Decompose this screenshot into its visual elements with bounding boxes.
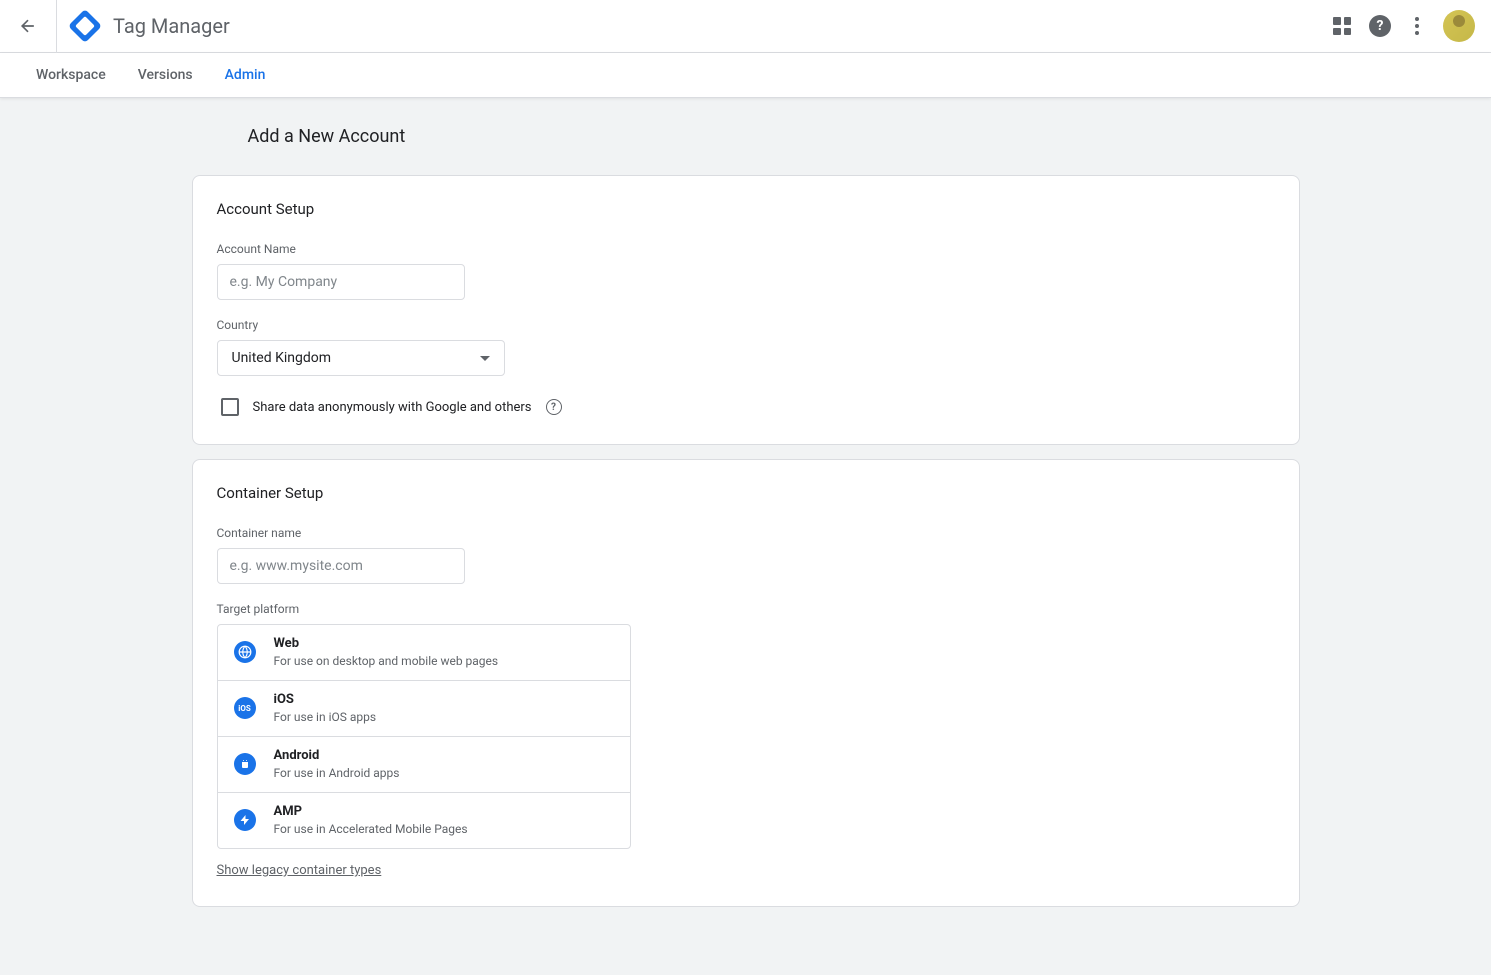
platform-label: Target platform [217, 602, 1275, 616]
platform-name: iOS [274, 691, 614, 709]
tab-admin[interactable]: Admin [209, 53, 282, 98]
share-data-label: Share data anonymously with Google and o… [253, 400, 532, 415]
container-name-label: Container name [217, 526, 1275, 540]
app-title: Tag Manager [113, 14, 1333, 38]
platform-list: Web For use on desktop and mobile web pa… [217, 624, 631, 849]
info-icon[interactable]: ? [546, 399, 562, 415]
app-header: Tag Manager ? [0, 0, 1491, 53]
account-name-label: Account Name [217, 242, 1275, 256]
header-divider [56, 0, 57, 53]
apps-icon[interactable] [1333, 17, 1351, 35]
account-setup-title: Account Setup [217, 200, 1275, 218]
amp-icon [234, 809, 256, 831]
platform-option-web[interactable]: Web For use on desktop and mobile web pa… [218, 625, 630, 681]
container-setup-card: Container Setup Container name Target pl… [192, 459, 1300, 907]
platform-option-ios[interactable]: iOS iOS For use in iOS apps [218, 681, 630, 737]
share-data-checkbox[interactable] [221, 398, 239, 416]
country-value: United Kingdom [232, 350, 332, 366]
back-button[interactable] [16, 14, 40, 38]
platform-name: Android [274, 747, 614, 765]
page-title: Add a New Account [248, 126, 1300, 147]
country-select[interactable]: United Kingdom [217, 340, 505, 376]
more-icon[interactable] [1409, 17, 1425, 35]
avatar[interactable] [1443, 10, 1475, 42]
nav-tabs: Workspace Versions Admin [0, 53, 1491, 98]
legacy-container-link[interactable]: Show legacy container types [217, 863, 382, 878]
account-name-input[interactable] [217, 264, 465, 300]
container-setup-title: Container Setup [217, 484, 1275, 502]
account-setup-card: Account Setup Account Name Country Unite… [192, 175, 1300, 445]
platform-desc: For use on desktop and mobile web pages [274, 653, 614, 670]
ios-icon: iOS [234, 697, 256, 719]
chevron-down-icon [480, 356, 490, 361]
platform-option-amp[interactable]: AMP For use in Accelerated Mobile Pages [218, 793, 630, 848]
help-icon[interactable]: ? [1369, 15, 1391, 37]
platform-desc: For use in Android apps [274, 765, 614, 782]
tab-versions[interactable]: Versions [122, 53, 209, 98]
platform-name: AMP [274, 803, 614, 821]
tab-workspace[interactable]: Workspace [20, 53, 122, 98]
country-label: Country [217, 318, 1275, 332]
web-icon [234, 641, 256, 663]
platform-name: Web [274, 635, 614, 653]
android-icon [234, 753, 256, 775]
container-name-input[interactable] [217, 548, 465, 584]
platform-desc: For use in Accelerated Mobile Pages [274, 821, 614, 838]
platform-option-android[interactable]: Android For use in Android apps [218, 737, 630, 793]
platform-desc: For use in iOS apps [274, 709, 614, 726]
app-logo-icon [68, 9, 102, 43]
